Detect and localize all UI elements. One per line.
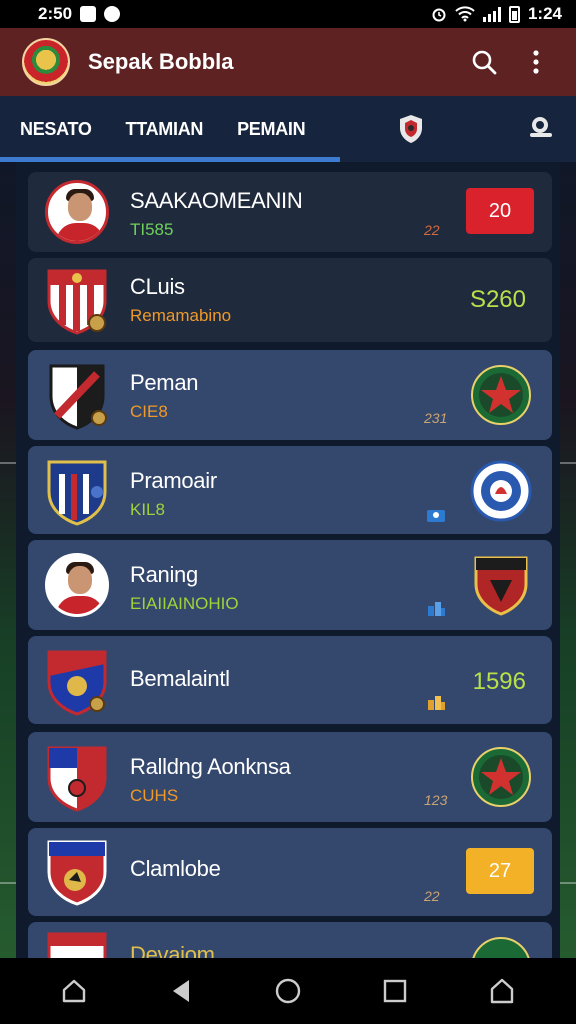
app-title: Sepak Bobbla [88,49,234,74]
list-item-texts: Clamlobe [130,856,221,882]
score-badge: 20 [466,188,534,234]
list-item-texts: Bemalaintl [130,666,230,692]
status-right: 1:24 [431,4,562,24]
item-small-number: 231 [424,410,448,426]
wifi-icon [455,6,475,22]
item-name: Bemalaintl [130,666,230,691]
item-small-number: 123 [424,792,448,808]
item-name: Devaiom [130,942,215,958]
tab-pemain[interactable]: PEMAIN [237,119,306,140]
building-small-icon [428,602,445,616]
signal-icon [482,6,501,22]
item-sub: EIAIIAINOHIO [130,594,239,613]
app-logo [22,38,70,86]
nav-home-button[interactable] [268,971,308,1011]
nav-house-button[interactable] [482,971,522,1011]
list-item-texts: Devaiom [130,942,215,958]
shield-tab-icon[interactable] [398,114,424,149]
tab-bar: NESATO TTAMIAN PEMAIN [0,96,576,162]
club-crest-icon [44,265,110,335]
list-item[interactable]: Pramoair KIL8 [28,446,552,534]
app-bar: Sepak Bobbla [0,28,576,96]
item-sub: Remamabino [130,306,232,325]
status-left: 2:50 [38,4,121,24]
club-badge-icon [470,460,532,522]
list-item[interactable]: Bemalaintl 1596 [28,636,552,724]
search-icon [472,50,497,75]
house-icon [491,978,514,1004]
list-item-texts: Raning EIAIIAINOHIO [130,562,239,614]
club-crest-icon [44,742,110,812]
battery-icon [508,5,520,23]
list-item[interactable]: Ralldng Aonknsa CUHS 123 [28,732,552,822]
status-bar: 2:50 1:24 [0,0,576,28]
item-name: CLuis [130,274,185,299]
item-name: Peman [130,370,199,395]
item-small-number: 22 [424,222,440,238]
search-tab-icon[interactable] [528,114,554,145]
club-crest-icon [44,646,110,716]
list-item[interactable]: Clamlobe 22 27 [28,828,552,916]
list-item[interactable]: CLuis Remamabino S260 [28,258,552,342]
status-time: 2:50 [38,4,73,23]
list-item-texts: CLuis Remamabino [130,274,231,326]
item-name: Raning [130,562,198,587]
player-avatar [44,550,110,620]
item-small-number: 22 [424,888,440,904]
item-value: 1596 [472,668,526,695]
score-badge: 27 [466,848,534,894]
item-name: SAAKAOMEANIN [130,188,303,213]
list-item[interactable]: Devaiom [28,922,552,958]
list-item-texts: Pramoair KIL8 [130,468,217,520]
info-small-icon [427,510,445,522]
club-crest-icon [44,928,110,958]
list-item-texts: Ralldng Aonknsa CUHS [130,754,291,806]
list-item-texts: Peman CIE8 [130,370,199,422]
item-sub: TI585 [130,220,174,239]
list-item-texts: SAAKAOMEANIN TI585 [130,188,303,240]
nav-recents-button[interactable] [375,971,415,1011]
home-icon [62,979,85,1003]
app-notification-icon [104,6,121,22]
notification-icon [80,6,97,22]
list-item[interactable]: Raning EIAIIAINOHIO [28,540,552,630]
player-avatar [44,177,110,247]
list-item[interactable]: SAAKAOMEANIN TI585 22 20 [28,172,552,252]
building-small-icon [428,696,445,710]
more-options-button[interactable] [514,40,558,84]
circle-home-icon [275,978,301,1004]
star-emblem-icon [470,364,532,426]
item-value: S260 [469,286,526,313]
nav-home-outline-button[interactable] [54,971,94,1011]
club-crest-icon [44,836,110,906]
club-crest-icon [44,360,110,430]
back-icon [172,980,189,1002]
item-name: Clamlobe [130,856,221,881]
tab-ttamian[interactable]: TTAMIAN [126,119,204,140]
tab-nesato[interactable]: NESATO [20,119,92,140]
item-sub: KIL8 [130,500,165,519]
recents-icon [383,979,407,1003]
search-button[interactable] [462,40,506,84]
club-shield-icon [470,554,532,616]
list-item[interactable]: Peman CIE8 231 [28,350,552,440]
club-crest-icon [44,456,110,526]
system-nav-bar [0,958,576,1024]
nav-back-button[interactable] [161,971,201,1011]
status-right-text: 1:24 [527,4,562,23]
item-name: Ralldng Aonknsa [130,754,291,779]
item-sub: CUHS [130,786,179,805]
star-emblem-icon [470,746,532,808]
item-sub: CIE8 [130,402,168,421]
alarm-icon [431,6,447,22]
item-name: Pramoair [130,468,217,493]
star-emblem-icon [470,936,532,958]
more-vert-icon [533,50,539,74]
